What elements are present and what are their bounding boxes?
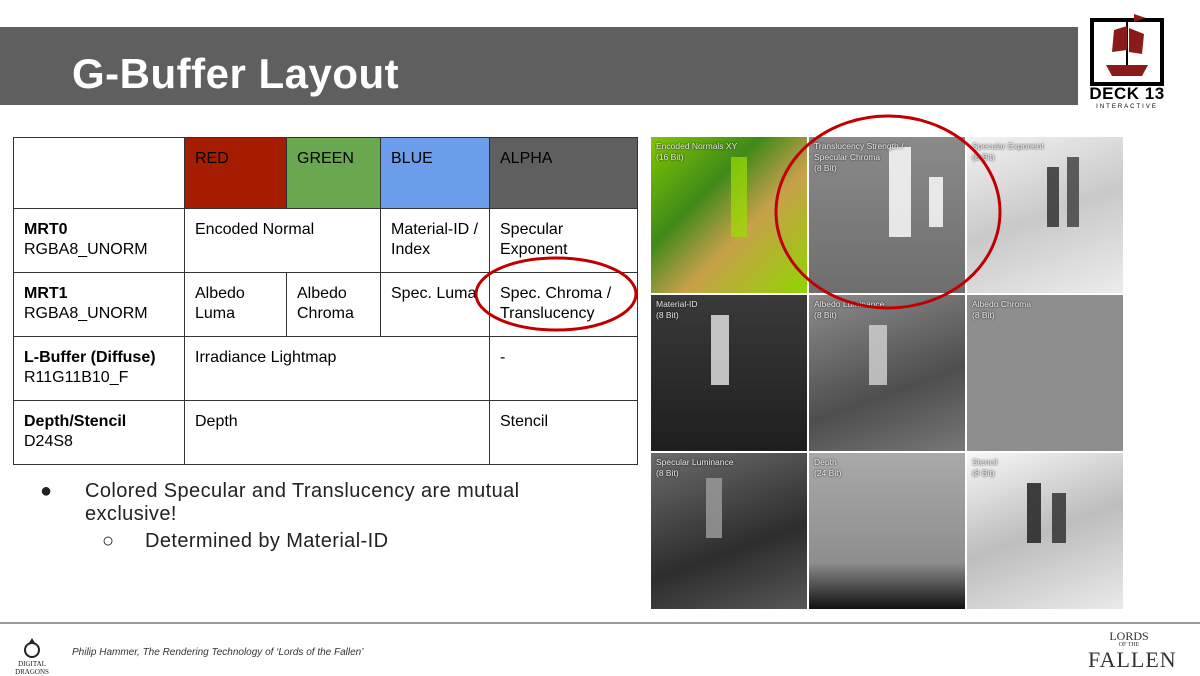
footer-credit: Philip Hammer, The Rendering Technology … [72,647,364,658]
highlight-circle-tile [774,114,1002,310]
dragon-icon [24,638,40,658]
highlight-circle-table [474,256,638,332]
footer-divider [0,622,1200,624]
highlight-overlay [474,114,1002,332]
digital-dragons-logo: DIGITAL DRAGONS [4,636,60,676]
lords-of-the-fallen-logo: LORDS OF THE FALLEN [1088,629,1177,672]
lotf-lords: LORDS [1109,629,1149,643]
digital-dragons-label: DIGITAL DRAGONS [15,660,49,676]
lotf-fallen: FALLEN [1088,647,1177,672]
